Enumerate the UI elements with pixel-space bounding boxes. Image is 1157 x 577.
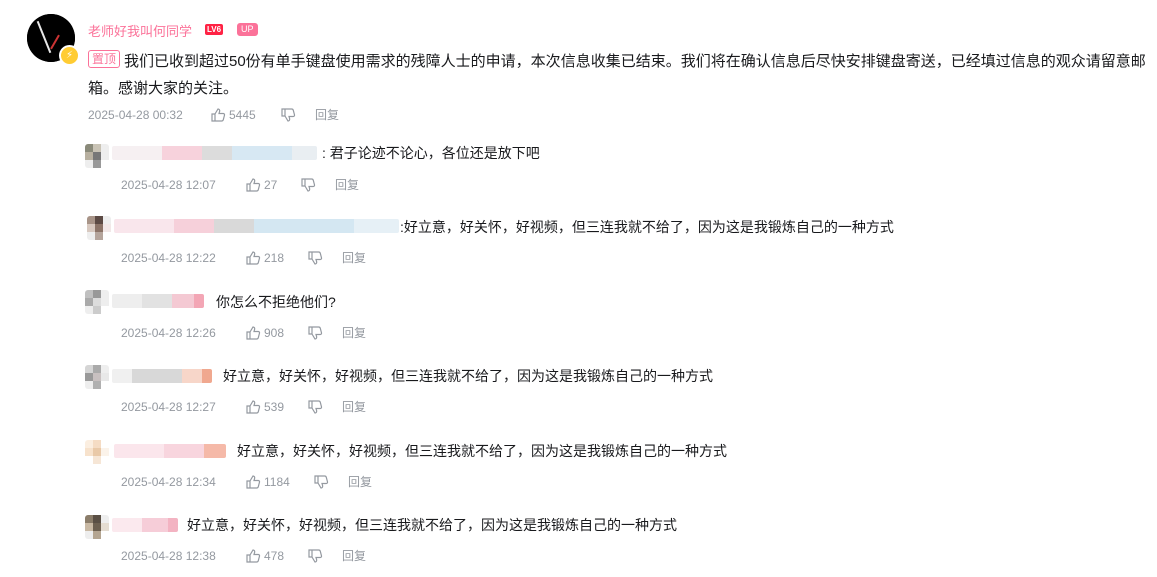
thumb-down-icon xyxy=(281,108,296,122)
thumb-up-icon xyxy=(246,178,261,192)
timestamp: 2025-04-28 12:07 xyxy=(121,178,216,192)
reply-button[interactable]: 回复 xyxy=(315,107,339,123)
reply-text: 好立意，好关怀，好视频，但三连我就不给了，因为这是我锻炼自己的一种方式 xyxy=(187,517,677,533)
comment-meta: 2025-04-28 00:32 5445 回复 xyxy=(88,107,488,123)
dislike-button[interactable] xyxy=(307,325,323,345)
avatar[interactable] xyxy=(85,440,109,464)
reply-button[interactable]: 回复 xyxy=(348,474,372,490)
timestamp: 2025-04-28 00:32 xyxy=(88,108,183,122)
dislike-button[interactable] xyxy=(307,399,323,419)
reply-text: : 君子论迹不论心，各位还是放下吧 xyxy=(322,145,540,161)
thumb-up-icon xyxy=(211,108,226,122)
reply-text: 好立意，好关怀，好视频，但三连我就不给了，因为这是我锻炼自己的一种方式 xyxy=(237,443,727,459)
comment-text: 我们已收到超过50份有单手键盘使用需求的残障人士的申请，本次信息收集已结束。我们… xyxy=(88,53,1146,97)
reply-meta: 2025-04-28 12:38 478 回复 xyxy=(121,548,421,564)
like-button[interactable] xyxy=(245,548,261,568)
reply-button[interactable]: 回复 xyxy=(342,399,366,415)
username-blurred[interactable] xyxy=(112,518,178,532)
timestamp: 2025-04-28 12:34 xyxy=(121,475,216,489)
thumb-up-icon xyxy=(246,549,261,563)
avatar[interactable] xyxy=(85,365,109,389)
avatar[interactable] xyxy=(85,290,109,314)
reply-meta: 2025-04-28 12:34 1184 回复 xyxy=(121,474,421,490)
thumb-down-icon xyxy=(308,400,323,414)
reply-meta: 2025-04-28 12:07 27 回复 xyxy=(121,177,421,193)
like-button[interactable] xyxy=(245,399,261,419)
username-blurred[interactable] xyxy=(112,146,317,160)
dislike-button[interactable] xyxy=(307,250,323,270)
reply-button[interactable]: 回复 xyxy=(342,250,366,266)
like-button[interactable] xyxy=(245,474,261,494)
reply-meta: 2025-04-28 12:22 218 回复 xyxy=(121,250,421,266)
timestamp: 2025-04-28 12:26 xyxy=(121,326,216,340)
dislike-button[interactable] xyxy=(307,548,323,568)
pinned-badge: 置顶 xyxy=(88,50,121,68)
thumb-down-icon xyxy=(301,178,316,192)
thumb-up-icon xyxy=(246,475,261,489)
like-button[interactable] xyxy=(210,107,226,127)
reply-text: 你怎么不拒绝他们? xyxy=(216,294,336,310)
dislike-button[interactable] xyxy=(300,177,316,197)
like-count: 539 xyxy=(264,400,285,414)
timestamp: 2025-04-28 12:27 xyxy=(121,400,216,414)
username-blurred[interactable] xyxy=(114,444,226,458)
thumb-up-icon xyxy=(246,251,261,265)
reply-button[interactable]: 回复 xyxy=(335,177,359,193)
reply-button[interactable]: 回复 xyxy=(342,325,366,341)
username-blurred[interactable] xyxy=(112,294,204,308)
like-button[interactable] xyxy=(245,325,261,345)
thumb-down-icon xyxy=(314,475,329,489)
like-count: 478 xyxy=(264,549,285,563)
username-blurred[interactable] xyxy=(114,219,399,233)
like-count: 5445 xyxy=(229,108,256,122)
reply-text: :好立意，好关怀，好视频，但三连我就不给了，因为这是我锻炼自己的一种方式 xyxy=(400,219,894,235)
like-count: 908 xyxy=(264,326,285,340)
reply-meta: 2025-04-28 12:27 539 回复 xyxy=(121,399,421,415)
avatar[interactable]: ⚡ xyxy=(27,14,80,66)
dislike-button[interactable] xyxy=(280,107,296,127)
up-badge: UP xyxy=(237,23,258,36)
level-badge: LV6 xyxy=(205,24,224,35)
reply-text: 好立意，好关怀，好视频，但三连我就不给了，因为这是我锻炼自己的一种方式 xyxy=(223,368,713,384)
thumb-down-icon xyxy=(308,326,323,340)
like-button[interactable] xyxy=(245,250,261,270)
timestamp: 2025-04-28 12:38 xyxy=(121,549,216,563)
username[interactable]: 老师好我叫何同学 xyxy=(88,21,192,40)
timestamp: 2025-04-28 12:22 xyxy=(121,251,216,265)
lightning-badge-icon: ⚡ xyxy=(59,45,80,66)
dislike-button[interactable] xyxy=(313,474,329,494)
like-button[interactable] xyxy=(245,177,261,197)
reply-meta: 2025-04-28 12:26 908 回复 xyxy=(121,325,421,341)
thumb-up-icon xyxy=(246,326,261,340)
avatar[interactable] xyxy=(87,216,111,240)
thumb-up-icon xyxy=(246,400,261,414)
like-count: 218 xyxy=(264,251,285,265)
like-count: 27 xyxy=(264,178,278,192)
avatar[interactable] xyxy=(85,144,109,168)
thumb-down-icon xyxy=(308,549,323,563)
avatar[interactable] xyxy=(85,515,109,539)
reply-button[interactable]: 回复 xyxy=(342,548,366,564)
like-count: 1184 xyxy=(264,475,290,489)
username-blurred[interactable] xyxy=(112,369,212,383)
thumb-down-icon xyxy=(308,251,323,265)
